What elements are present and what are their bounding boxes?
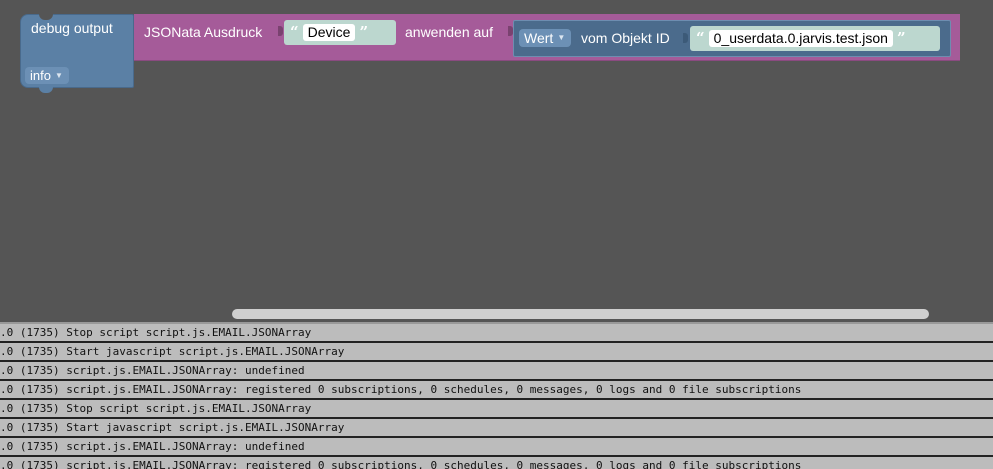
object-id-label: vom Objekt ID <box>581 30 670 46</box>
close-quote-icon: ” <box>896 29 906 47</box>
log-panel: .0 (1735) Stop script script.js.EMAIL.JS… <box>0 322 993 469</box>
close-quote-icon: ” <box>359 23 369 41</box>
debug-output-block[interactable]: debug output info ▼ <box>20 14 134 93</box>
open-quote-icon: “ <box>290 23 299 41</box>
block-connector <box>39 87 53 93</box>
log-row: .0 (1735) script.js.EMAIL.JSONArray: reg… <box>0 457 993 469</box>
object-value-block[interactable]: Wert ▼ vom Objekt ID “ 0_userdata.0.jarv… <box>513 20 951 57</box>
log-row: .0 (1735) script.js.EMAIL.JSONArray: reg… <box>0 381 993 398</box>
jsonata-label: JSONata Ausdruck <box>144 24 263 40</box>
open-quote-icon: “ <box>696 29 705 47</box>
log-row: .0 (1735) Stop script script.js.EMAIL.JS… <box>0 400 993 417</box>
input-connector <box>278 26 283 36</box>
expression-field[interactable]: Device <box>302 24 356 41</box>
input-connector <box>683 33 688 43</box>
log-row: .0 (1735) Stop script script.js.EMAIL.JS… <box>0 324 993 341</box>
chevron-down-icon: ▼ <box>54 71 63 80</box>
blockly-workspace[interactable]: debug output info ▼ JSONata Ausdruck “ D… <box>0 0 993 322</box>
log-level-value: info <box>30 68 51 83</box>
expression-string-block[interactable]: “ Device ” <box>284 20 396 45</box>
value-type-dropdown[interactable]: Wert ▼ <box>519 29 572 47</box>
horizontal-scrollbar[interactable] <box>232 309 929 319</box>
log-row: .0 (1735) script.js.EMAIL.JSONArray: und… <box>0 362 993 379</box>
debug-output-label: debug output <box>31 20 113 36</box>
value-type-value: Wert <box>524 30 554 46</box>
object-id-field[interactable]: 0_userdata.0.jarvis.test.json <box>708 30 893 47</box>
apply-to-label: anwenden auf <box>405 24 493 40</box>
log-level-dropdown[interactable]: info ▼ <box>25 67 69 84</box>
log-row: .0 (1735) Start javascript script.js.EMA… <box>0 343 993 360</box>
chevron-down-icon: ▼ <box>557 33 566 42</box>
object-id-string-block[interactable]: “ 0_userdata.0.jarvis.test.json ” <box>690 26 940 51</box>
log-row: .0 (1735) script.js.EMAIL.JSONArray: und… <box>0 438 993 455</box>
log-row: .0 (1735) Start javascript script.js.EMA… <box>0 419 993 436</box>
